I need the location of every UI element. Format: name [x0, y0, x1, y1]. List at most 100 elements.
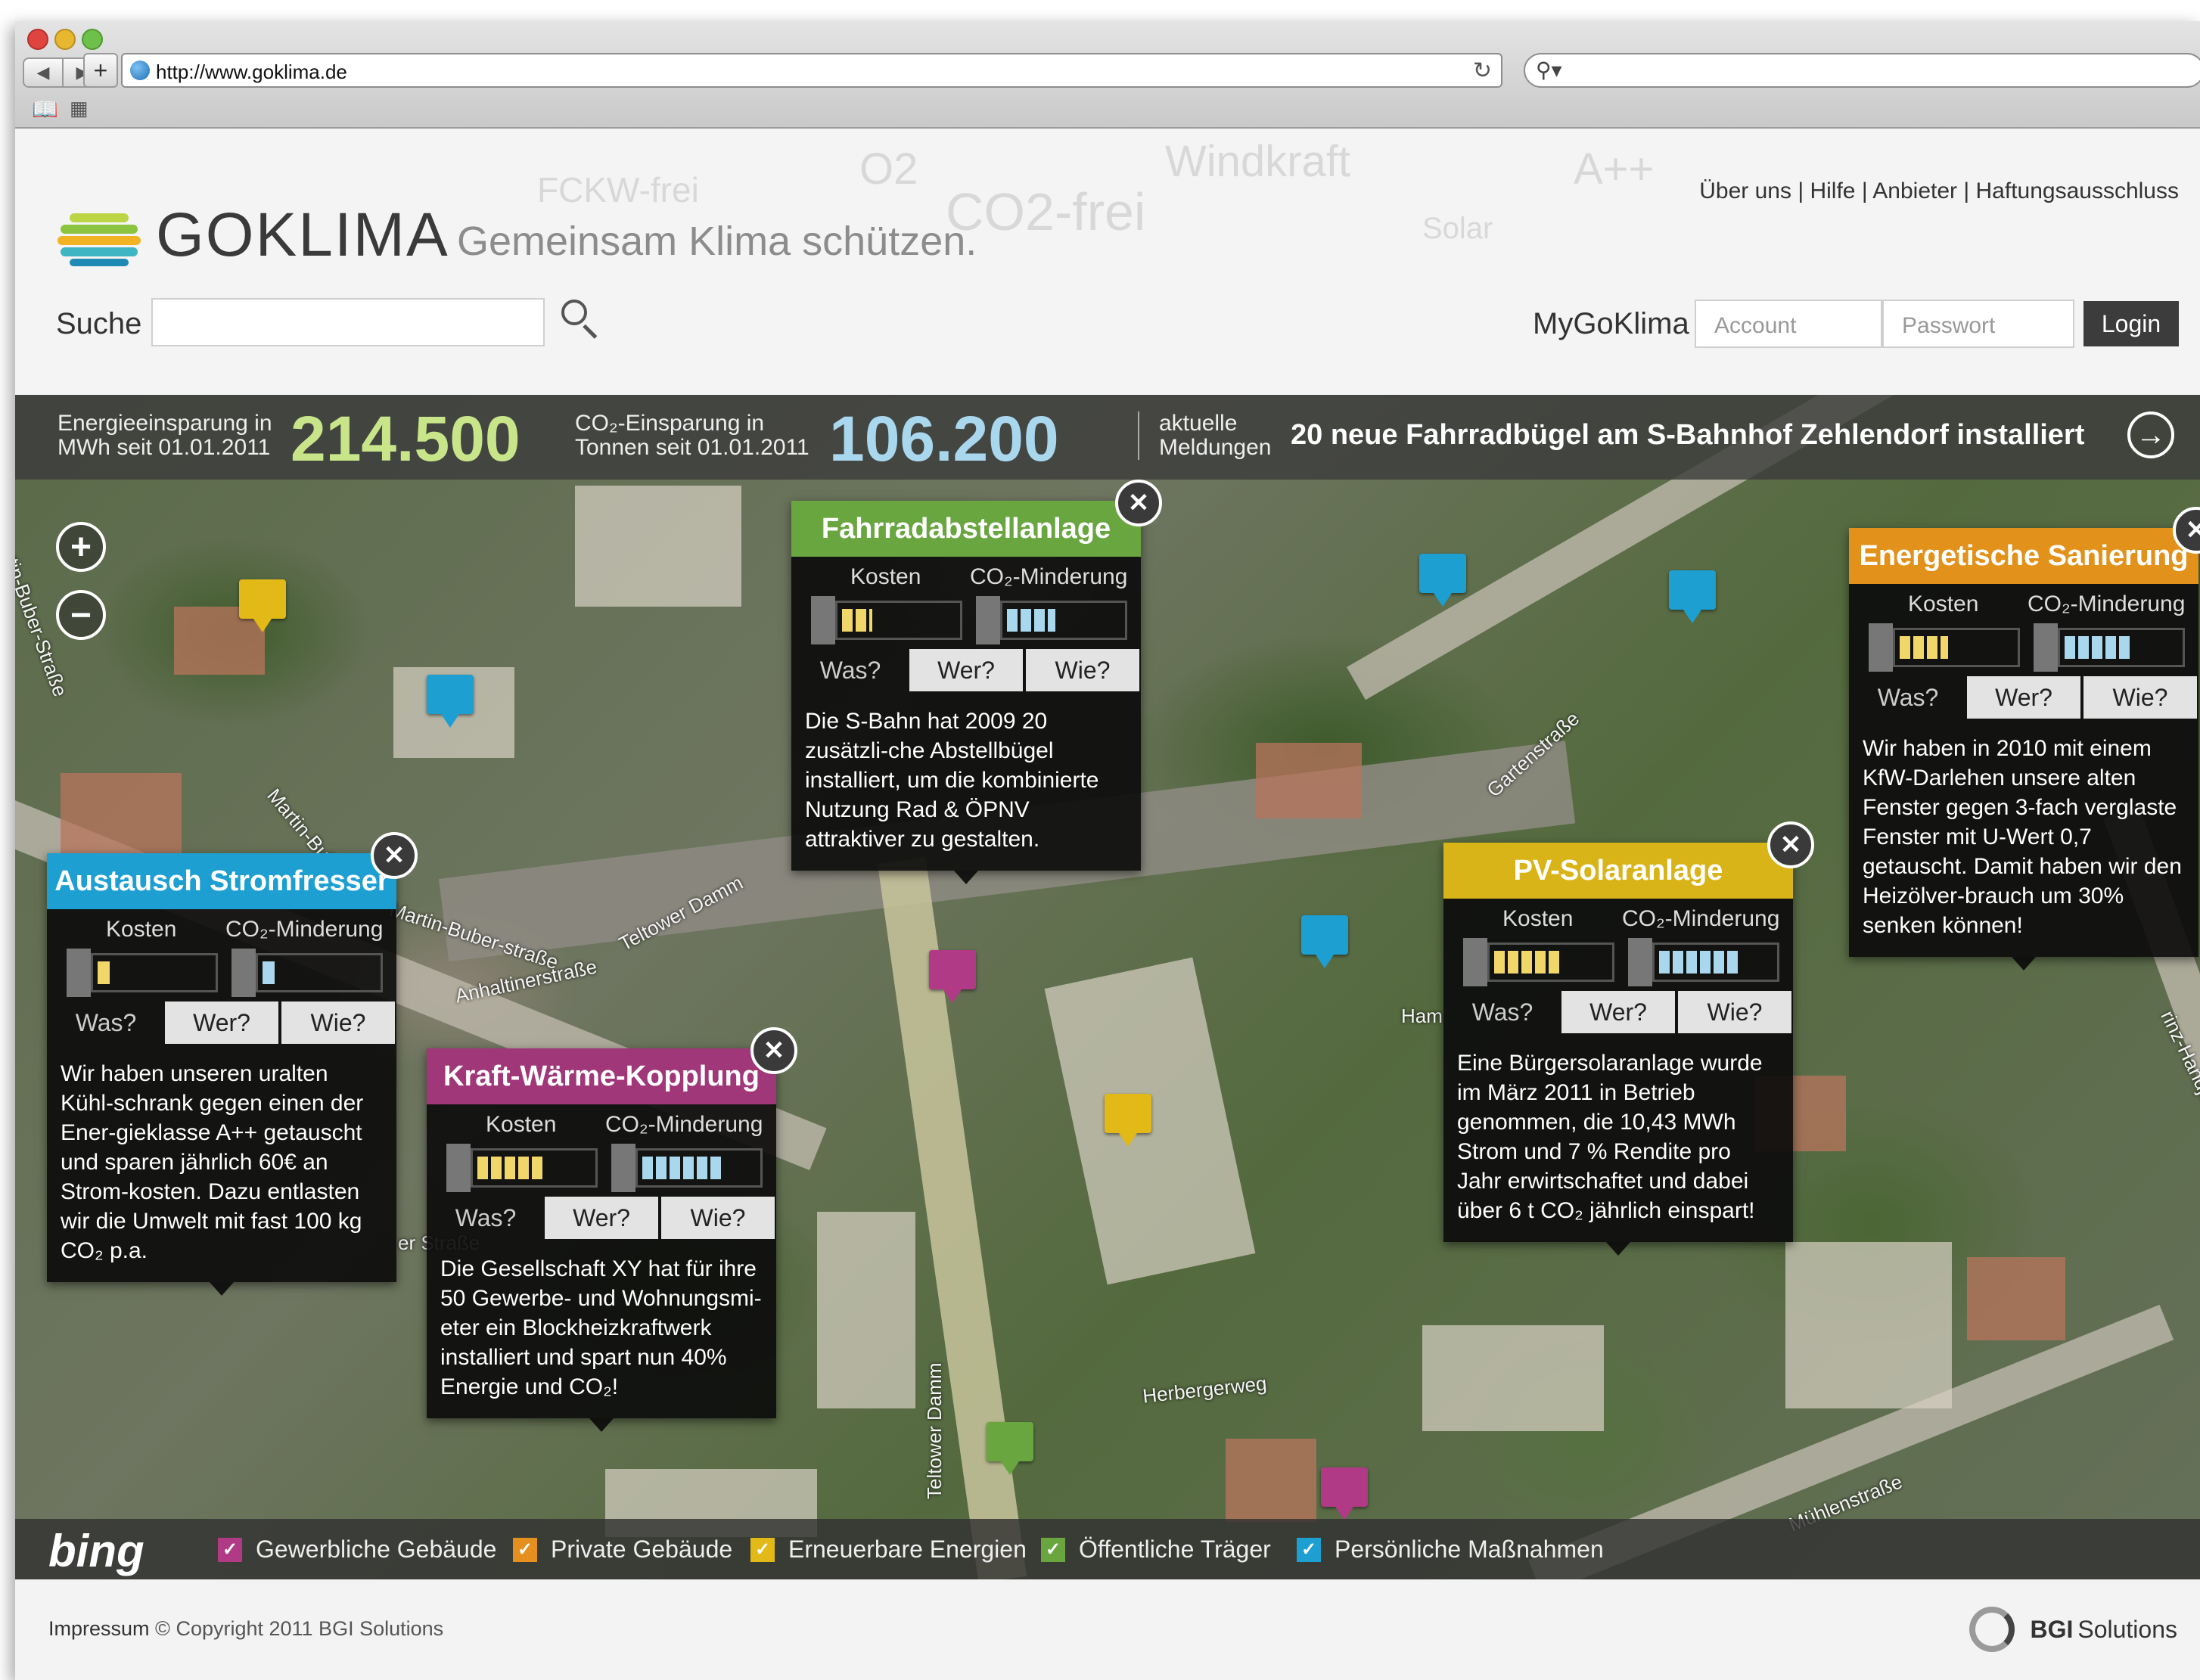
energy-value: 214.500: [291, 403, 520, 474]
copyright-text: © Copyright 2011 BGI Solutions: [155, 1617, 444, 1640]
link-anbieter[interactable]: Anbieter: [1872, 179, 1957, 203]
popup-tabs: Was? Wer? Wie?: [1849, 676, 2198, 728]
site-header: FCKW-frei O2 CO2-frei Windkraft A++ Sola…: [15, 129, 2200, 395]
legend-item-renewable[interactable]: ✓ Erneuerbare Energien: [750, 1536, 1027, 1564]
map-marker-public[interactable]: [987, 1422, 1033, 1475]
browser-search-field[interactable]: ⚲▾: [1524, 53, 2200, 88]
impressum-link[interactable]: Impressum: [48, 1617, 150, 1640]
link-hilfe[interactable]: Hilfe: [1810, 179, 1855, 203]
logo-text[interactable]: GOKLIMA: [156, 200, 449, 271]
map-marker-commercial[interactable]: [1321, 1467, 1368, 1520]
maximize-window-icon[interactable]: [82, 29, 103, 50]
map-marker-personal[interactable]: [1419, 554, 1466, 607]
cost-meter: [1893, 628, 2020, 667]
add-bookmark-icon[interactable]: +: [83, 53, 118, 88]
popup-tabs: Was? Wer? Wie?: [791, 649, 1141, 700]
legend-label: Erneuerbare Energien: [788, 1536, 1027, 1563]
co2-reduction-label: CO₂-Minderung: [2028, 592, 2186, 616]
tab-wer[interactable]: Wer?: [545, 1197, 658, 1239]
legend-item-personal[interactable]: ✓ Persönliche Maßnahmen: [1297, 1536, 1604, 1564]
popup-text: Wir haben unseren uralten Kühl-schrank g…: [61, 1061, 364, 1263]
popup-pv-solaranlage: PV-Solaranlage Kosten CO₂-Minderung Was?…: [1443, 821, 1814, 1256]
close-icon[interactable]: ✕: [371, 832, 418, 879]
popup-pointer: [954, 871, 978, 884]
aerial-map[interactable]: Martin-Buber-Straße Martin-Buber- Martin…: [15, 395, 2200, 1579]
cost-meter-fill: [98, 961, 110, 984]
co2-meter-fill: [1007, 609, 1055, 632]
url-bar[interactable]: + http://www.goklima.de ↻: [83, 53, 1502, 88]
popup-meters: Kosten CO₂-Minderung: [47, 909, 396, 997]
tab-was[interactable]: Was?: [1443, 991, 1561, 1033]
tab-was[interactable]: Was?: [427, 1197, 545, 1239]
close-icon[interactable]: ✕: [1767, 821, 1814, 868]
map-marker-personal[interactable]: [1301, 915, 1348, 968]
tab-wie[interactable]: Wie?: [2083, 676, 2197, 719]
ghost-word: A++: [1574, 144, 1655, 194]
map-marker-private[interactable]: [239, 579, 286, 632]
close-icon[interactable]: ✕: [1115, 480, 1162, 526]
tab-was[interactable]: Was?: [47, 1001, 165, 1044]
cost-meter-handle: [811, 596, 835, 644]
zoom-in-button[interactable]: +: [56, 522, 106, 572]
popup-pointer: [2012, 957, 2036, 970]
tab-was[interactable]: Was?: [1849, 676, 1967, 719]
tab-wie[interactable]: Wie?: [661, 1197, 775, 1239]
tab-wer[interactable]: Wer?: [1561, 991, 1675, 1033]
checkbox-icon[interactable]: ✓: [750, 1537, 775, 1562]
checkbox-icon[interactable]: ✓: [1297, 1537, 1321, 1562]
link-haftungsausschluss[interactable]: Haftungsausschluss: [1976, 179, 2179, 203]
zoom-out-button[interactable]: −: [56, 590, 106, 640]
link-ueber-uns[interactable]: Über uns: [1699, 179, 1791, 203]
bookmarks-icon[interactable]: 📖: [32, 97, 58, 122]
map-marker-personal[interactable]: [427, 675, 474, 728]
tab-wie[interactable]: Wie?: [1026, 649, 1139, 691]
tab-wer[interactable]: Wer?: [909, 649, 1023, 691]
logo-icon[interactable]: [57, 213, 141, 266]
legend-item-public[interactable]: ✓ Öffentliche Träger: [1041, 1536, 1271, 1564]
tab-wie[interactable]: Wie?: [281, 1001, 395, 1044]
co2-reduction-label: CO₂-Minderung: [1622, 906, 1780, 931]
news-ticker[interactable]: 20 neue Fahrradbügel am S-Bahnhof Zehlen…: [1291, 419, 2084, 452]
top-sites-icon[interactable]: ▦: [70, 97, 89, 120]
news-label: aktuelle Meldungen: [1138, 411, 1271, 460]
co2-reduction-label: CO₂-Minderung: [605, 1112, 763, 1137]
tab-wie[interactable]: Wie?: [1678, 991, 1791, 1033]
map-marker-renewable[interactable]: [1105, 1094, 1151, 1147]
next-news-icon[interactable]: →: [2127, 411, 2174, 458]
co2-meter-fill: [1659, 951, 1741, 974]
energy-label: Energieeinsparung in MWh seit 01.01.2011: [57, 411, 272, 460]
co2-value: 106.200: [829, 403, 1059, 474]
account-input[interactable]: Account: [1695, 300, 1882, 348]
ghost-word: O2: [859, 144, 918, 194]
legend-item-private[interactable]: ✓ Private Gebäude: [513, 1536, 732, 1564]
close-window-icon[interactable]: [27, 29, 48, 50]
password-input[interactable]: Passwort: [1882, 300, 2074, 348]
url-text[interactable]: http://www.goklima.de: [156, 61, 347, 84]
search-label: Suche: [56, 307, 142, 340]
street-label: Ham: [1401, 1005, 1443, 1027]
search-icon[interactable]: [561, 300, 601, 342]
site-footer: Impressum © Copyright 2011 BGI Solutions…: [15, 1579, 2200, 1680]
popup-text: Die Gesellschaft XY hat für ihre 50 Gewe…: [440, 1256, 762, 1399]
cost-meter: [835, 601, 962, 640]
tab-wer[interactable]: Wer?: [1967, 676, 2080, 719]
close-icon[interactable]: ✕: [750, 1027, 797, 1074]
statistics-bar: Energieeinsparung in MWh seit 01.01.2011…: [15, 395, 2200, 480]
reload-icon[interactable]: ↻: [1473, 57, 1492, 84]
cost-meter-fill: [1900, 636, 1948, 659]
back-button[interactable]: ◀: [23, 57, 64, 88]
tab-wer[interactable]: Wer?: [165, 1001, 278, 1044]
map-marker-commercial[interactable]: [929, 950, 976, 1003]
login-button[interactable]: Login: [2083, 301, 2179, 346]
minimize-window-icon[interactable]: [54, 29, 76, 50]
search-input[interactable]: [151, 298, 545, 346]
tab-was[interactable]: Was?: [791, 649, 909, 691]
map-marker-personal[interactable]: [1669, 570, 1716, 623]
co2-meter-handle: [2034, 623, 2058, 672]
checkbox-icon[interactable]: ✓: [513, 1537, 537, 1562]
legend-item-commercial[interactable]: ✓ Gewerbliche Gebäude: [218, 1536, 496, 1564]
bgi-logo[interactable]: BGI Solutions: [1969, 1607, 2177, 1652]
checkbox-icon[interactable]: ✓: [1041, 1537, 1065, 1562]
popup-text: Die S-Bahn hat 2009 20 zusätzli-che Abst…: [805, 709, 1099, 852]
checkbox-icon[interactable]: ✓: [218, 1537, 242, 1562]
